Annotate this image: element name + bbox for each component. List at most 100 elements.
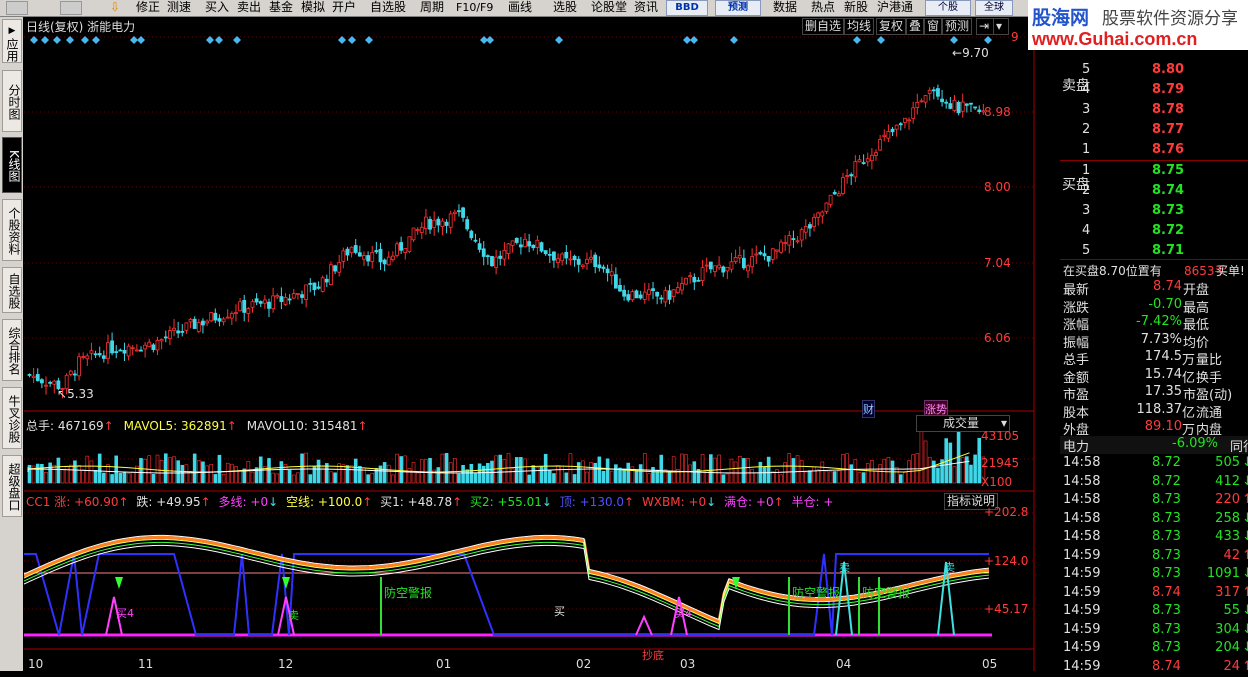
tick-qty: 317 [1215, 584, 1240, 600]
tick-qty: 55 [1223, 603, 1240, 618]
candle-body [576, 258, 581, 265]
toolbar-period[interactable]: 周期 [420, 0, 444, 16]
sell-level-row[interactable]: 2 8.77 [1060, 122, 1248, 140]
nav-level2[interactable]: 超级盘口 [2, 455, 22, 517]
candle-body [366, 255, 371, 262]
ind-bancang: 半仓: + [791, 495, 834, 509]
sell-level-row[interactable]: 1 8.76 [1060, 142, 1248, 160]
stat-row: 涨幅 -7.42% 最低 [1060, 314, 1248, 333]
toolbar-buy[interactable]: 买入 [205, 0, 229, 16]
toolbar-f10[interactable]: F10/F9 [456, 0, 493, 16]
toolbar-draw[interactable]: 画线 [508, 0, 532, 16]
tick-row: 14:58 8.73 433 ↓ [1060, 529, 1248, 547]
toolbar-data[interactable]: 数据 [773, 0, 797, 16]
candle-body [907, 119, 911, 122]
global-button[interactable]: 全球 [975, 0, 1013, 16]
volume-bar [667, 470, 672, 484]
tool-restore[interactable]: 复权 [876, 18, 907, 35]
left-nav: ▶ 应用 分时图 K线图 个股资料 自选股 综合排名 牛叉诊股 超级盘口 [0, 17, 23, 671]
buy-level-row[interactable]: 5 8.71 [1060, 243, 1248, 261]
volume-bar [746, 458, 750, 484]
sector-row[interactable]: 电力 -6.09% 同行 [1060, 436, 1248, 455]
nav-intraday[interactable]: 分时图 [2, 70, 22, 132]
forward-button[interactable] [60, 1, 82, 15]
candle-body [787, 235, 792, 246]
toolbar-forum[interactable]: 论股堂 [591, 0, 627, 16]
kline-chart[interactable] [24, 17, 1035, 671]
volume-bar [143, 458, 147, 484]
toolbar-news[interactable]: 资讯 [634, 0, 658, 16]
candle-body [514, 237, 519, 243]
volume-bar [246, 461, 251, 484]
sell-level-row[interactable]: 3 8.78 [1060, 102, 1248, 120]
nav-watchlist[interactable]: 自选股 [2, 267, 22, 313]
tick-time: 14:59 [1063, 566, 1101, 581]
toolbar-hk-connect[interactable]: 沪港通 [877, 0, 913, 16]
buy-level-row[interactable]: 3 8.73 [1060, 203, 1248, 221]
sell-level-row[interactable]: 4 8.79 [1060, 82, 1248, 100]
back-button[interactable] [6, 1, 28, 15]
single-stock-button[interactable]: 个股 [925, 0, 971, 16]
price-axis-4: 6.06 [984, 331, 1011, 345]
candle-body [52, 380, 57, 385]
tool-ma[interactable]: 均线 [844, 18, 875, 35]
toolbar-fund[interactable]: 基金 [269, 0, 293, 16]
toolbar-watchlist[interactable]: 自选股 [370, 0, 406, 16]
candle-body [390, 255, 395, 261]
kline-chart-area[interactable]: 日线(复权) 浙能电力 删自选 均线 复权 叠 窗 预测 ⇥ ▾ 9 8.98 … [24, 17, 1035, 671]
nav-profile[interactable]: 个股资料 [2, 199, 22, 261]
toolbar-ipo[interactable]: 新股 [844, 0, 868, 16]
volume-bar [915, 453, 920, 484]
order-alert[interactable]: 在买盘8.70位置有 8653手 买单! [1060, 262, 1248, 280]
stat-right-label: 量比 [1196, 353, 1223, 368]
volume-bar [180, 464, 185, 484]
candle-body [283, 296, 288, 305]
tool-forecast[interactable]: 预测 [942, 18, 973, 35]
arrow-down-icon[interactable]: ⇩ [110, 0, 120, 16]
volume-bar [106, 464, 110, 484]
tool-overlay[interactable]: 叠 [906, 18, 925, 35]
buy-level-row[interactable]: 1 8.75 [1060, 163, 1248, 181]
nav-diagnose[interactable]: 牛叉诊股 [2, 387, 22, 449]
tool-window[interactable]: 窗 [924, 18, 943, 35]
toolbar-sell[interactable]: 卖出 [237, 0, 261, 16]
tick-row: 14:59 8.74 317 ↑ [1060, 585, 1248, 603]
candle-body [444, 221, 449, 226]
expand-icon[interactable]: ⇥ [976, 18, 994, 35]
buy-level-row[interactable]: 4 8.72 [1060, 223, 1248, 241]
candle-body [68, 370, 73, 375]
candle-body [345, 248, 350, 256]
toolbar-account[interactable]: 开户 [332, 0, 356, 16]
sell-level-row[interactable]: 5 8.80 [1060, 62, 1248, 80]
chevron-down-icon[interactable]: ▾ [993, 18, 1009, 35]
volume-bar [688, 464, 692, 484]
tick-price: 8.74 [1152, 658, 1181, 674]
candle-body [411, 227, 416, 241]
candle-body [374, 250, 379, 253]
sector-tail: 同行 [1230, 440, 1248, 455]
nav-ranking[interactable]: 综合排名 [2, 319, 22, 381]
nav-apps[interactable]: ▶ 应用 [2, 19, 22, 63]
candle-body [820, 211, 825, 217]
high-value: 9.70 [962, 46, 989, 60]
finance-badge[interactable]: 财 [862, 400, 875, 418]
candle-body [316, 286, 321, 289]
nav-kline[interactable]: K线图 [2, 137, 22, 193]
toolbar-hot[interactable]: 热点 [811, 0, 835, 16]
volume-bar [329, 471, 333, 484]
toolbar-speed[interactable]: 测速 [167, 0, 191, 16]
buy-level-row[interactable]: 2 8.74 [1060, 183, 1248, 201]
candle-body [531, 244, 536, 249]
candle-body [915, 102, 920, 108]
volume-bar [775, 469, 779, 484]
tool-remove-watch[interactable]: 删自选 [802, 18, 845, 35]
arrow-right-icon: ▶ [8, 26, 16, 36]
stat-label: 金额 [1063, 370, 1090, 386]
toolbar-sim[interactable]: 模拟 [301, 0, 325, 16]
toolbar-screener[interactable]: 选股 [553, 0, 577, 16]
forecast-button[interactable]: 预测 [715, 0, 761, 16]
toolbar-fix[interactable]: 修正 [136, 0, 160, 16]
level-number: 4 [1082, 82, 1091, 97]
candle-body [89, 350, 94, 354]
bbd-button[interactable]: BBD [666, 0, 708, 16]
